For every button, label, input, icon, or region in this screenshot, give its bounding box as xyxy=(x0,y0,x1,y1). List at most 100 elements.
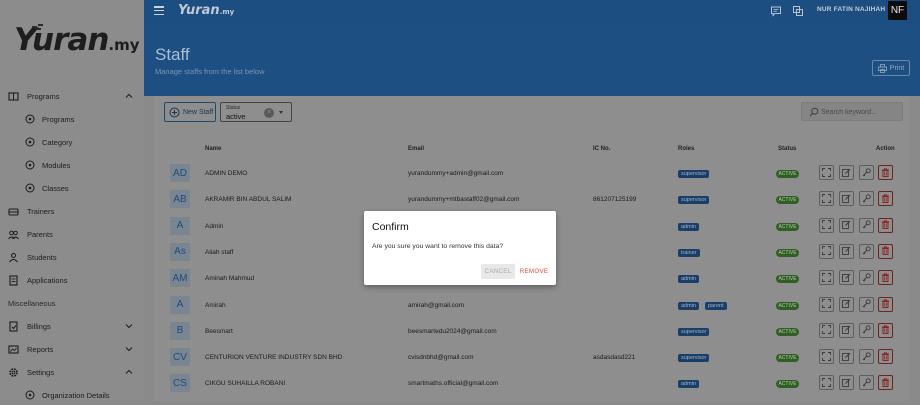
expand-icon xyxy=(822,348,831,366)
trash-button[interactable] xyxy=(878,191,893,207)
expand-button[interactable] xyxy=(819,217,834,233)
row-avatar: AD xyxy=(170,164,190,182)
chevron-down-icon xyxy=(125,324,133,329)
chevron-up-icon xyxy=(125,93,133,98)
row-name: ADMIN DEMO xyxy=(205,170,248,177)
trash-button[interactable] xyxy=(878,165,893,180)
sidebar-item-applications[interactable]: Applications xyxy=(0,270,144,290)
circle-plus-icon xyxy=(24,137,35,148)
print-label: Print xyxy=(889,64,905,72)
column-header-ic: IC No. xyxy=(593,146,611,152)
expand-button[interactable] xyxy=(819,375,834,391)
trash-button[interactable] xyxy=(878,217,893,233)
key-button[interactable] xyxy=(859,349,874,365)
edit-button[interactable] xyxy=(839,243,854,259)
row-email: yurandummy+mtbastaff02@gmail.com xyxy=(408,196,520,204)
dropdown-arrow-icon[interactable] xyxy=(279,111,283,114)
row-avatar: AB xyxy=(170,190,190,209)
sidebar-item-label: Applications xyxy=(27,275,68,285)
chevron-down-icon xyxy=(125,347,133,352)
circle-plus-icon xyxy=(24,160,35,171)
sidebar-item-reports[interactable]: Reports xyxy=(0,339,144,359)
status-select[interactable]: Status active × xyxy=(220,102,292,122)
sidebar-item-category[interactable]: Category xyxy=(0,132,144,152)
cancel-button[interactable]: CANCEL xyxy=(481,264,515,279)
edit-button[interactable] xyxy=(839,217,854,233)
avatar[interactable]: NF xyxy=(888,1,907,20)
row-avatar: B xyxy=(170,321,190,340)
key-button[interactable] xyxy=(859,243,874,259)
key-button[interactable] xyxy=(859,217,874,233)
column-header-email: Email xyxy=(408,146,425,152)
edit-button[interactable] xyxy=(839,165,854,180)
students-icon xyxy=(8,252,19,263)
trash-button[interactable] xyxy=(878,243,893,259)
row-name: Aminah Mahmud xyxy=(205,275,255,283)
billing-icon xyxy=(8,320,19,332)
sidebar-item-trainers[interactable]: Trainers xyxy=(0,201,144,221)
sidebar-item-students[interactable]: Students xyxy=(0,247,144,267)
edit-button[interactable] xyxy=(839,270,854,286)
role-badge: supervisor xyxy=(678,196,710,205)
sidebar-item-modules[interactable]: Modules xyxy=(0,155,144,175)
sidebar-item-billings[interactable]: Billings xyxy=(0,316,144,336)
search-input[interactable] xyxy=(821,106,901,118)
row-name: AKRAMIR BIN ABDUL SALIM xyxy=(205,196,292,204)
trash-button[interactable] xyxy=(878,296,893,312)
table-row: AB AKRAMIR BIN ABDUL SALIM yurandummy+mtba… xyxy=(154,187,909,213)
sidebar-item-settings[interactable]: Settings xyxy=(0,362,144,382)
sidebar-item-label: Organization Details xyxy=(42,390,110,400)
row-name: Beesmart xyxy=(205,327,233,335)
table-row: CV CENTURION VENTURE INDUSTRY SDN BHD cvis… xyxy=(154,345,909,371)
confirm-dialog: Confirm Are you sure you want to remove … xyxy=(364,211,556,285)
expand-button[interactable] xyxy=(819,322,834,338)
sidebar-item-parents[interactable]: Parents xyxy=(0,224,144,244)
print-button[interactable]: Print xyxy=(872,60,910,76)
row-email: yurandummy+admin@gmail.com xyxy=(408,170,504,177)
trash-button[interactable] xyxy=(878,375,893,391)
menu-icon[interactable] xyxy=(154,6,164,16)
key-button[interactable] xyxy=(859,270,874,286)
key-button[interactable] xyxy=(859,296,874,312)
sidebar-item-organization-details[interactable]: Organization Details xyxy=(0,385,144,405)
sidebar-item-classes[interactable]: Classes xyxy=(0,178,144,198)
status-badge: ACTIVE xyxy=(776,248,799,257)
sidebar-item-programs[interactable]: Programs xyxy=(0,86,144,106)
row-avatar: CV xyxy=(170,348,190,367)
row-avatar: As xyxy=(170,242,190,261)
edit-button[interactable] xyxy=(839,296,854,312)
clear-icon[interactable]: × xyxy=(264,108,274,118)
expand-button[interactable] xyxy=(819,243,834,259)
edit-button[interactable] xyxy=(839,375,854,391)
key-button[interactable] xyxy=(859,375,874,391)
table-row: AD ADMIN DEMO yurandummy+admin@gmail.com su… xyxy=(154,161,909,187)
trash-button[interactable] xyxy=(878,270,893,286)
trash-button[interactable] xyxy=(878,349,893,365)
top-logo[interactable]: Yuran.my xyxy=(178,3,234,18)
expand-button[interactable] xyxy=(819,165,834,180)
row-email: smartmaths.official@gmail.com xyxy=(408,380,499,388)
sidebar-item-label: Trainers xyxy=(27,206,55,216)
expand-button[interactable] xyxy=(819,348,834,366)
sidebar-item-label: Reports xyxy=(27,344,54,354)
column-header-action: Action xyxy=(876,146,895,152)
edit-button[interactable] xyxy=(839,322,854,338)
new-staff-button[interactable]: New Staff xyxy=(164,102,216,122)
chat-icon[interactable] xyxy=(770,5,782,17)
expand-button[interactable] xyxy=(819,191,834,207)
row-email: amirah@gmail.com xyxy=(408,301,465,309)
edit-button[interactable] xyxy=(839,191,854,207)
trash-button[interactable] xyxy=(878,322,893,338)
sidebar-item-programs-sub[interactable]: Programs xyxy=(0,109,144,129)
user-name[interactable]: NUR FATIN NAJIHAH xyxy=(817,6,885,13)
status-badge: ACTIVE xyxy=(776,301,799,310)
key-button[interactable] xyxy=(859,322,874,338)
key-icon xyxy=(862,190,871,208)
expand-button[interactable] xyxy=(819,270,834,286)
key-button[interactable] xyxy=(859,190,874,208)
edit-button[interactable] xyxy=(839,349,854,365)
remove-button[interactable]: REMOVE xyxy=(518,264,550,279)
key-button[interactable] xyxy=(859,165,874,180)
expand-button[interactable] xyxy=(819,296,834,312)
switch-icon[interactable] xyxy=(792,5,804,17)
